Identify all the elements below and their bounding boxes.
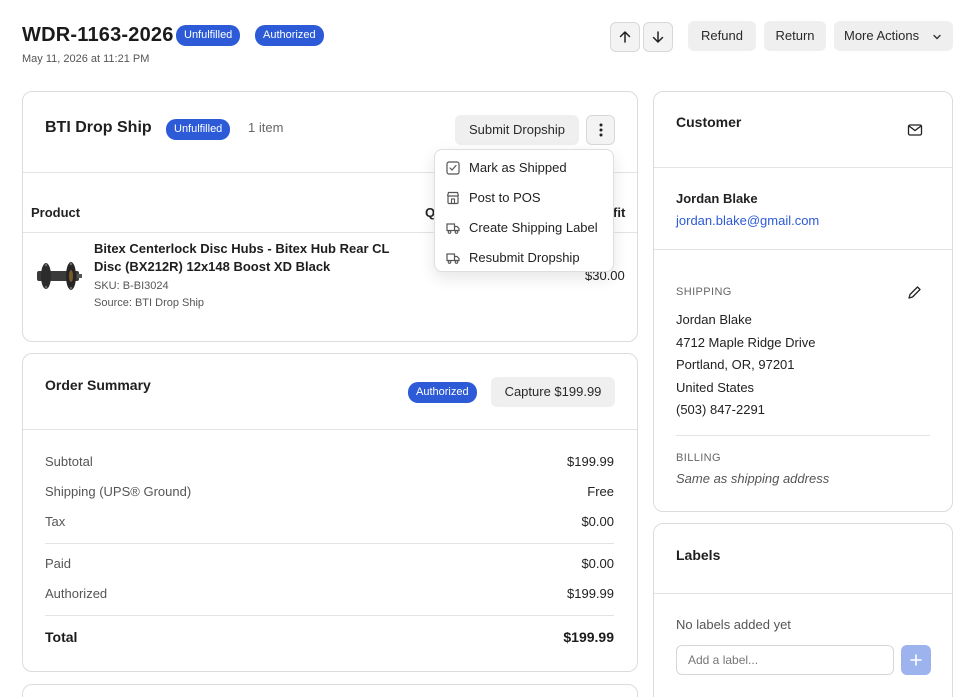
- labels-title: Labels: [676, 547, 721, 563]
- add-label-button[interactable]: [901, 645, 931, 675]
- summary-title: Order Summary: [45, 377, 151, 393]
- customer-name: Jordan Blake: [676, 191, 758, 206]
- truck-icon: [446, 253, 460, 264]
- arrow-up-icon: [619, 30, 631, 43]
- store-icon: [446, 191, 460, 205]
- billing-address: Same as shipping address: [676, 471, 830, 486]
- menu-item-mark-shipped[interactable]: Mark as Shipped: [435, 153, 613, 183]
- card-divider: [654, 593, 952, 594]
- arrow-down-icon: [652, 30, 664, 43]
- section-divider: [676, 435, 930, 436]
- summary-divider: [45, 615, 614, 616]
- previous-order-button[interactable]: [610, 22, 640, 52]
- menu-item-create-label[interactable]: Create Shipping Label: [435, 213, 613, 243]
- order-summary-card: Order Summary Authorized Capture $199.99…: [22, 353, 638, 672]
- billing-section-label: BILLING: [676, 452, 721, 464]
- shipping-phone: (503) 847-2291: [676, 402, 765, 417]
- tax-value: $0.00: [581, 514, 614, 529]
- payment-status-badge: Authorized: [255, 25, 324, 46]
- truck-icon: [446, 223, 460, 234]
- menu-item-label: Create Shipping Label: [469, 220, 598, 235]
- card-divider: [23, 429, 637, 430]
- add-label-input[interactable]: [676, 645, 894, 675]
- mail-icon[interactable]: [907, 123, 923, 137]
- dropship-status-badge: Unfulfilled: [166, 119, 231, 140]
- next-order-button[interactable]: [643, 22, 673, 52]
- refund-button[interactable]: Refund: [688, 21, 756, 51]
- order-date: May 11, 2026 at 11:21 PM: [22, 53, 150, 65]
- total-value: $199.99: [563, 629, 614, 645]
- shipping-city: Portland, OR, 97201: [676, 357, 795, 372]
- plus-icon: [910, 653, 922, 666]
- product-source: Source: BTI Drop Ship: [94, 297, 205, 309]
- dropship-title: BTI Drop Ship: [45, 119, 152, 136]
- menu-item-label: Resubmit Dropship: [469, 250, 580, 265]
- shipping-value: Free: [587, 484, 614, 499]
- more-actions-button[interactable]: More Actions: [834, 21, 953, 51]
- return-button[interactable]: Return: [764, 21, 826, 51]
- dropship-menu-button[interactable]: [586, 115, 615, 145]
- column-product: Product: [31, 205, 81, 220]
- paid-label: Paid: [45, 556, 72, 571]
- edit-pencil-icon[interactable]: [907, 285, 922, 300]
- menu-item-post-pos[interactable]: Post to POS: [435, 183, 613, 213]
- more-vertical-icon: [599, 123, 602, 137]
- tax-label: Tax: [45, 514, 66, 529]
- authorized-value: $199.99: [567, 586, 614, 601]
- dropship-actions-menu: Mark as Shipped Post to POS Create Shipp…: [434, 149, 614, 272]
- column-profit: fit: [613, 205, 626, 220]
- checkbox-icon: [446, 161, 460, 175]
- labels-empty-text: No labels added yet: [676, 617, 791, 632]
- menu-item-label: Mark as Shipped: [469, 160, 567, 175]
- summary-divider: [45, 543, 614, 544]
- next-card: [22, 684, 638, 697]
- product-name[interactable]: Bitex Centerlock Disc Hubs - Bitex Hub R…: [94, 240, 414, 276]
- shipping-section-label: SHIPPING: [676, 286, 732, 298]
- card-divider: [654, 167, 952, 168]
- summary-status-badge: Authorized: [408, 382, 477, 403]
- subtotal-label: Subtotal: [45, 454, 93, 469]
- more-actions-label: More Actions: [844, 28, 920, 43]
- order-title: WDR-1163-2026: [22, 24, 174, 46]
- paid-value: $0.00: [581, 556, 614, 571]
- menu-item-resubmit[interactable]: Resubmit Dropship: [435, 243, 613, 273]
- subtotal-value: $199.99: [567, 454, 614, 469]
- product-sku: SKU: B-BI3024: [94, 280, 169, 292]
- customer-title: Customer: [676, 114, 742, 130]
- customer-card: Customer Jordan Blake jordan.blake@gmail…: [653, 91, 953, 512]
- product-thumbnail: [37, 262, 82, 290]
- customer-email-link[interactable]: jordan.blake@gmail.com: [676, 213, 819, 228]
- item-count: 1 item: [248, 120, 284, 135]
- submit-dropship-button[interactable]: Submit Dropship: [455, 115, 579, 145]
- shipping-name: Jordan Blake: [676, 312, 752, 327]
- capture-payment-button[interactable]: Capture $199.99: [491, 377, 615, 407]
- total-label: Total: [45, 629, 78, 645]
- card-divider: [654, 249, 952, 250]
- shipping-label: Shipping (UPS® Ground): [45, 484, 192, 499]
- authorized-label: Authorized: [45, 586, 108, 601]
- labels-card: Labels No labels added yet: [653, 523, 953, 697]
- menu-item-label: Post to POS: [469, 190, 541, 205]
- shipping-country: United States: [676, 380, 755, 395]
- shipping-street: 4712 Maple Ridge Drive: [676, 335, 816, 350]
- fulfillment-status-badge: Unfulfilled: [176, 25, 241, 46]
- chevron-down-icon: [933, 34, 941, 40]
